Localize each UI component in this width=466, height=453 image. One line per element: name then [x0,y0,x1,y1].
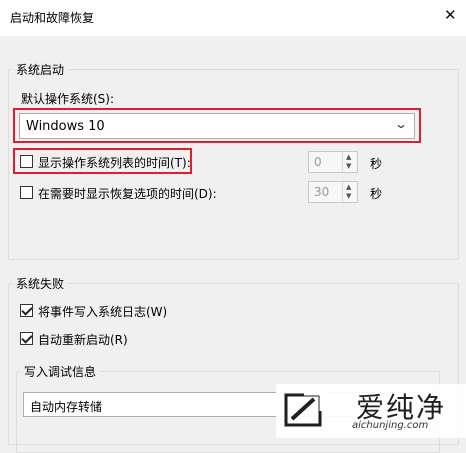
show-os-list-spinner[interactable]: 0 ▲ ▼ [308,151,358,173]
highlight-box-show-os-list [13,148,192,174]
caret-up-icon[interactable]: ▲ [346,183,351,191]
system-failure-label: 系统失败 [12,275,69,292]
show-recovery-checkbox[interactable] [20,186,33,199]
watermark-url: aichunjing.com [352,420,429,431]
show-recovery-unit: 秒 [370,187,383,201]
show-recovery-label: 在需要时显示恢复选项的时间(D): [38,187,217,201]
show-recovery-spinner[interactable]: 30 ▲ ▼ [308,181,358,203]
write-event-checkbox[interactable] [20,304,33,317]
spinner-arrows: ▲ ▼ [342,182,357,202]
debug-info-value: 自动内存转储 [30,400,103,414]
show-recovery-value: 30 [314,185,330,199]
caret-up-icon[interactable]: ▲ [346,153,351,161]
spinner-arrows: ▲ ▼ [342,152,357,172]
title-bar: 启动和故障恢复 ✕ [0,0,466,36]
highlight-box-default-os [13,108,421,143]
window-title: 启动和故障恢复 [10,11,95,25]
caret-down-icon[interactable]: ▼ [346,192,351,200]
system-startup-label: 系统启动 [12,61,69,78]
debug-info-label: 写入调试信息 [20,363,101,380]
close-icon[interactable]: ✕ [444,6,457,24]
write-event-label: 将事件写入系统日志(W) [38,305,168,319]
show-os-list-unit: 秒 [370,157,383,171]
auto-restart-label: 自动重新启动(R) [38,333,128,347]
watermark-logo-icon [284,390,324,427]
show-os-list-value: 0 [314,155,322,169]
caret-down-icon[interactable]: ▼ [346,162,351,170]
auto-restart-checkbox[interactable] [20,332,33,345]
default-os-label: 默认操作系统(S): [21,92,115,106]
watermark: 爱纯净 aichunjing.com [276,384,466,438]
